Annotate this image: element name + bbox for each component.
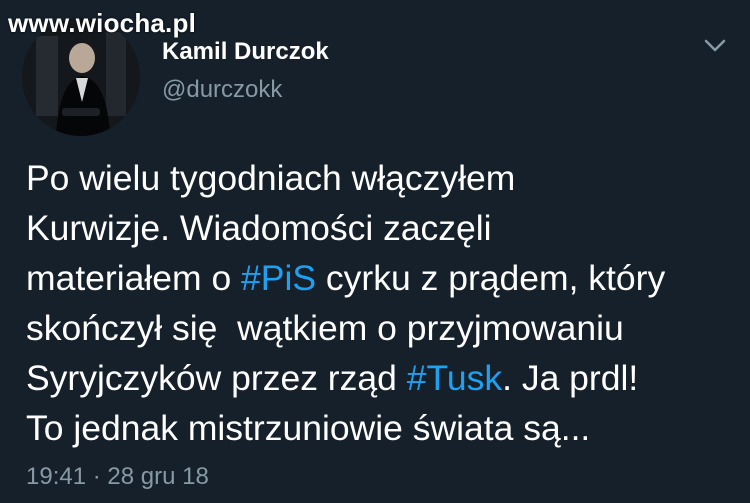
tweet-line: Kurwizje. Wiadomości zaczęli [26, 203, 736, 253]
tweet-text-segment: Po wielu tygodniach włączyłem [26, 158, 516, 198]
tweet-line: To jednak mistrzuniowie świata są... [26, 403, 736, 453]
tweet-text-segment: Kurwizje. Wiadomości zaczęli [26, 208, 492, 248]
tweet-text-segment: materiałem o [26, 258, 242, 298]
author-handle[interactable]: @durczokk [162, 76, 282, 104]
site-watermark: www.wiocha.pl [8, 8, 196, 38]
hashtag-link[interactable]: #Tusk [407, 358, 502, 398]
tweet-line: skończył się wątkiem o przyjmowaniu [26, 303, 736, 353]
author-name[interactable]: Kamil Durczok [162, 38, 329, 66]
tweet-line: Syryjczyków przez rząd #Tusk. Ja prdl! [26, 353, 736, 403]
chevron-down-icon[interactable] [702, 32, 728, 58]
tweet-timestamp[interactable]: 19:41 · 28 gru 18 [26, 463, 209, 491]
hashtag-link[interactable]: #PiS [241, 258, 316, 298]
tweet-text: Po wielu tygodniach włączyłem Kurwizje. W… [26, 153, 736, 453]
tweet-text-segment: To jednak mistrzuniowie świata są... [26, 408, 591, 448]
tweet-text-segment: cyrku z prądem, który [316, 258, 666, 298]
tweet-line: materiałem o #PiS cyrku z prądem, który [26, 253, 736, 303]
tweet-text-segment: Syryjczyków przez rząd [26, 358, 407, 398]
tweet-text-segment: . Ja prdl! [502, 358, 639, 398]
tweet-text-segment: skończył się wątkiem o przyjmowaniu [26, 308, 624, 348]
tweet-line: Po wielu tygodniach włączyłem [26, 153, 736, 203]
